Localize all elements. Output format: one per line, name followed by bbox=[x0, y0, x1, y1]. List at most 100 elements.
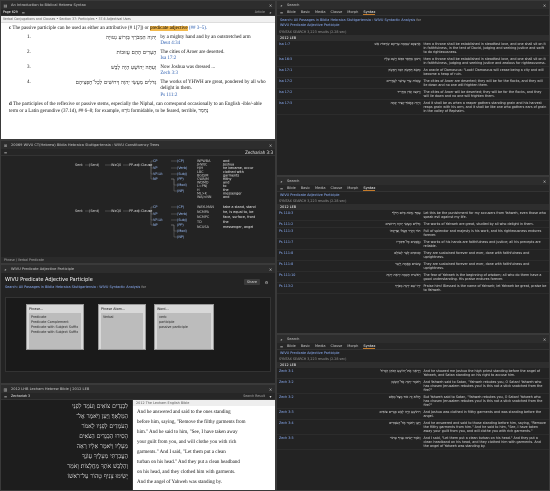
result-row[interactable]: Isa 17:2 וְרָבְצוּ וְאֵין מַחֲרִיד The cit… bbox=[277, 89, 549, 100]
settings-icon[interactable]: ⚙ bbox=[264, 280, 269, 285]
search2-titlebar[interactable]: ⌕ Search × bbox=[277, 177, 549, 185]
result-ref[interactable]: Zech 3:2 bbox=[279, 380, 297, 392]
close-icon[interactable]: × bbox=[268, 143, 273, 148]
search3-tab[interactable]: Search bbox=[287, 337, 299, 341]
result-ref[interactable]: Ps 111:2 bbox=[279, 222, 297, 226]
panel-menu-icon[interactable]: ≡ bbox=[3, 394, 8, 399]
panel-menu-icon[interactable]: ≡ bbox=[279, 10, 284, 15]
search1-titlebar[interactable]: ⌕ Search × bbox=[277, 1, 549, 9]
result-ref[interactable]: Isa 17:2 bbox=[279, 90, 297, 98]
intro-titlebar[interactable]: ▤ An Introduction to Biblical Hebrew Syn… bbox=[1, 1, 275, 9]
example-ref[interactable]: Ps 111:2 bbox=[160, 93, 267, 100]
panel-menu-icon[interactable]: ≡ bbox=[21, 10, 26, 15]
result-row[interactable]: Isa 16:5 וְהוּכַן בַּחֶסֶד כִּסֵּא וְיָשַ… bbox=[277, 56, 549, 67]
result-row[interactable]: Zech 3:3 וִיהוֹשֻׁעַ הָיָה לָבֻשׁ בְּגָדִ… bbox=[277, 409, 549, 420]
nav-tab-basic[interactable]: Basic bbox=[301, 344, 310, 349]
query-box-item[interactable]: passive participle bbox=[159, 325, 209, 330]
lexham-titlebar[interactable]: ▥ 2012 LHB Lexham Hebrew Bible | 2012 LE… bbox=[1, 385, 275, 393]
result-row[interactable]: Isa 17:2 עֲזֻבוֹת עָרֵי עֲרֹעֵר לַעֲדָרִי… bbox=[277, 78, 549, 89]
close-icon[interactable]: × bbox=[542, 337, 547, 342]
search2-tab[interactable]: Search bbox=[287, 179, 299, 183]
result-row[interactable]: Isa 1:7 אַרְצְכֶם שְׁמָמָה עָרֵיכֶם שְׂרֻ… bbox=[277, 41, 549, 56]
example-ref[interactable]: Isa 17:2 bbox=[160, 56, 267, 63]
result-ref[interactable]: Ps 111:8 bbox=[279, 251, 297, 259]
nav-tab-media[interactable]: Media bbox=[315, 186, 326, 191]
result-row[interactable]: Zech 3:2 הֲלוֹא זֶה אוּד מֻצָּל מֵאֵשׁ But… bbox=[277, 394, 549, 409]
result-ref[interactable]: Ps 111:7 bbox=[279, 240, 297, 248]
wivu-ref[interactable]: Zechariah 3:3 bbox=[245, 150, 273, 155]
intro-breadcrumb[interactable]: Verbal Conjugations and Clauses • Sectio… bbox=[1, 16, 275, 23]
panel-menu-icon[interactable]: ≡ bbox=[279, 344, 284, 349]
nav-tab-basic[interactable]: Basic bbox=[301, 186, 310, 191]
search1-query-text[interactable]: Search: All Passages in Biblia Hebraica … bbox=[280, 18, 415, 22]
result-ref[interactable]: Zech 3:4 bbox=[279, 421, 297, 433]
query-box[interactable]: Word... verb participle passive participle bbox=[154, 304, 214, 350]
close-icon[interactable]: × bbox=[542, 3, 547, 8]
lexham-ref[interactable]: Zechariah 3 bbox=[11, 394, 30, 398]
nav-tab-syntax[interactable]: Syntax bbox=[363, 186, 376, 191]
predicate-query-canvas[interactable]: Phrase... Predicate Predicate Complement Pr… bbox=[5, 297, 271, 372]
result-ref[interactable]: Zech 3:2 bbox=[279, 395, 297, 407]
page-indicator[interactable]: Page 629 bbox=[3, 10, 18, 14]
result-row[interactable]: Ps 111:3 הוֹד וְהָדָר פָּעֳלוֹ וְצִדְקָתו… bbox=[277, 228, 549, 239]
nav-tab-syntax[interactable]: Syntax bbox=[363, 344, 376, 349]
result-ref[interactable]: Ps 113:2 bbox=[279, 284, 297, 292]
result-ref[interactable]: Zech 3:3 bbox=[279, 410, 297, 418]
result-row[interactable]: Ps 113:2 יְהִי שֵׁם יְהוָה מְבֹרָךְ Praise… bbox=[277, 283, 549, 294]
nav-tab-morph[interactable]: Morph bbox=[347, 10, 358, 15]
result-row[interactable]: Ps 111:2 גְּדֹלִים מַעֲשֵׂי יְהוָה דְּרוּ… bbox=[277, 221, 549, 228]
nav-tab-clause[interactable]: Clause bbox=[331, 10, 343, 15]
result-ref[interactable]: Isa 16:5 bbox=[279, 57, 297, 65]
search1-pred[interactable]: WIVU Predicate Adjective Participle bbox=[280, 23, 546, 27]
nav-tab-bible[interactable]: Bible bbox=[287, 10, 296, 15]
para-c-ref[interactable]: (## 3–5). bbox=[189, 26, 207, 31]
result-row[interactable]: Ps 111:8 עֲשׂוּיִם בֶּאֱמֶת וְיָשָׁר They … bbox=[277, 261, 549, 272]
result-row[interactable]: Ps 111:7 נֶאֱמָנִים כָּל־פִּקּוּדָיו The w… bbox=[277, 239, 549, 250]
chevron-down-icon[interactable]: ▾ bbox=[268, 394, 273, 399]
nav-tab-bible[interactable]: Bible bbox=[287, 344, 296, 349]
example-ref[interactable]: Zech 3:3 bbox=[160, 71, 267, 78]
wivu-titlebar[interactable]: ⊞ 20069 WIVU CT(Hebrew) Biblia Hebraica … bbox=[1, 141, 275, 149]
search1-tab[interactable]: Search bbox=[287, 3, 299, 7]
result-row[interactable]: Ps 111:10 רֵאשִׁית חָכְמָה יִרְאַת יְהוָה… bbox=[277, 272, 549, 283]
predicate-subtitle[interactable]: Search: All Passages in Biblia Hebraica … bbox=[5, 285, 140, 289]
query-box-item[interactable]: Verbal bbox=[103, 315, 141, 320]
result-row[interactable]: Isa 17:5 וְהָיָה כֶּאֱסֹף קָצִיר קָמָה And… bbox=[277, 100, 549, 115]
nav-tab-morph[interactable]: Morph bbox=[347, 186, 358, 191]
article-dropdown[interactable]: Article bbox=[255, 10, 265, 14]
result-row[interactable]: Zech 3:1 וַיַּרְאֵנִי אֶת־יְהוֹשֻׁעַ הַכֹ… bbox=[277, 368, 549, 379]
result-ref[interactable]: Isa 17:5 bbox=[279, 101, 297, 113]
result-ref[interactable]: Isa 17:1 bbox=[279, 68, 297, 76]
search-result-label[interactable]: Search Result bbox=[243, 394, 265, 398]
result-row[interactable]: Zech 3:5 וָאֹמַר יָשִׂימוּ צָנִיף טָהוֹר A… bbox=[277, 435, 549, 450]
nav-tab-bible[interactable]: Bible bbox=[287, 186, 296, 191]
result-row[interactable]: Isa 17:1 מַשָּׂא דַּמָּשֶׂק הִנֵּה דַמֶּש… bbox=[277, 67, 549, 78]
query-box-item[interactable]: Predicate with Subject Suffix bbox=[31, 330, 79, 335]
query-box[interactable]: Phrase... Predicate Predicate Complement Pr… bbox=[26, 304, 84, 350]
result-ref[interactable]: Isa 17:2 bbox=[279, 79, 297, 87]
close-icon[interactable]: × bbox=[542, 179, 547, 184]
result-row[interactable]: Ps 111:8 סְמוּכִים לָעַד לְעוֹלָם They are… bbox=[277, 250, 549, 261]
panel-menu-icon[interactable]: ≡ bbox=[279, 186, 284, 191]
result-ref[interactable]: Zech 3:1 bbox=[279, 369, 297, 377]
query-box[interactable]: Phrase Atom... Verbal bbox=[98, 304, 146, 350]
close-icon[interactable]: × bbox=[268, 3, 273, 8]
result-ref[interactable]: Zech 3:5 bbox=[279, 436, 297, 448]
result-ref[interactable]: Ps 111:10 bbox=[279, 273, 297, 281]
nav-tab-morph[interactable]: Morph bbox=[347, 344, 358, 349]
nav-tab-clause[interactable]: Clause bbox=[331, 344, 343, 349]
result-row[interactable]: Zech 3:2 וַיֹּאמֶר יְהוָה אֶל־הַשָּׂטָן An… bbox=[277, 379, 549, 394]
predicate-tab[interactable]: WIVU Predicate Adjective Participle bbox=[11, 267, 74, 271]
search-icon[interactable]: ⌕ bbox=[268, 10, 273, 15]
close-icon[interactable]: × bbox=[268, 267, 273, 272]
nav-tab-basic[interactable]: Basic bbox=[301, 10, 310, 15]
result-ref[interactable]: Ps 110:3 bbox=[279, 211, 297, 219]
result-row[interactable]: Ps 110:3 עַמְּךָ נְדָבֹת בְּיוֹם חֵילֶךָ L… bbox=[277, 210, 549, 221]
panel-menu-icon[interactable]: ≡ bbox=[3, 150, 8, 155]
nav-tab-syntax[interactable]: Syntax bbox=[363, 10, 376, 15]
example-ref[interactable]: Deut 4:34 bbox=[160, 41, 267, 48]
nav-tab-clause[interactable]: Clause bbox=[331, 186, 343, 191]
share-button[interactable]: Share bbox=[243, 279, 260, 285]
result-ref[interactable]: Ps 111:3 bbox=[279, 229, 297, 237]
result-ref[interactable]: Ps 111:8 bbox=[279, 262, 297, 270]
